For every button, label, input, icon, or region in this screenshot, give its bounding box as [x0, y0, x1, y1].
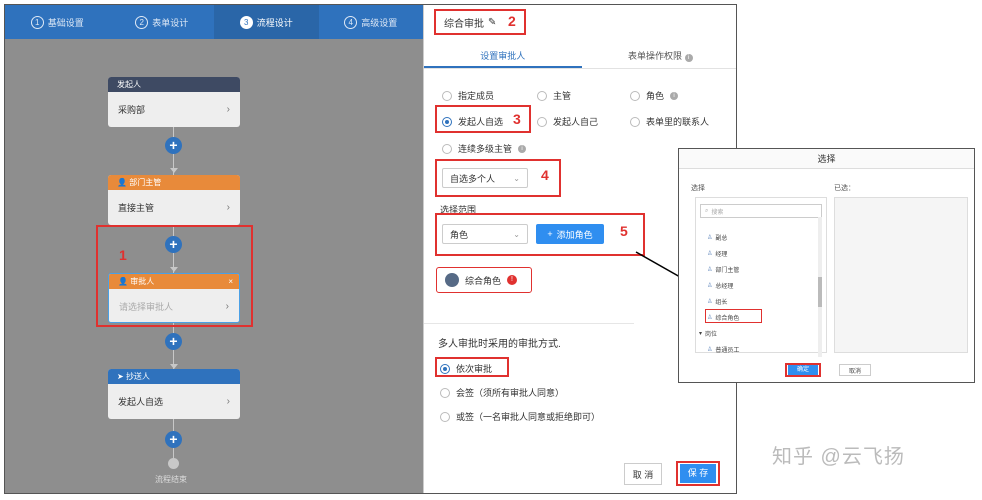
dialog-cancel-button[interactable]: 取消: [839, 364, 871, 376]
dialog-title: 选择: [679, 149, 974, 169]
list-item-label: 经理: [715, 252, 728, 258]
search-icon: ⌕: [705, 207, 709, 214]
person-icon: ♙: [707, 315, 713, 321]
list-item-label: 普通员工: [715, 348, 740, 354]
ok-button-label: 确定: [788, 365, 818, 375]
list-item[interactable]: ♙ 经理: [707, 249, 727, 258]
selected-list[interactable]: [834, 197, 968, 353]
group-item[interactable]: ▾ 岗位: [699, 329, 717, 338]
list-item-label: 副总: [715, 236, 728, 242]
list-item-label: 部门主管: [715, 268, 740, 274]
list-item-label: 综合角色: [715, 316, 740, 322]
group-label: 岗位: [705, 332, 718, 338]
person-icon: ♙: [707, 267, 713, 273]
list-item[interactable]: ♙ 普通员工: [707, 345, 739, 354]
dialog-left-label: 选择: [691, 185, 705, 192]
ok-button[interactable]: 确定: [785, 363, 821, 377]
list-item-label: 总经理: [715, 284, 734, 290]
person-icon: ♙: [707, 299, 713, 305]
list-item-selected[interactable]: ♙ 综合角色: [707, 313, 739, 322]
person-icon: ♙: [707, 235, 713, 241]
list-item-label: 组长: [715, 300, 728, 306]
search-input[interactable]: ⌕ 搜索: [700, 204, 822, 218]
list-item[interactable]: ♙ 总经理: [707, 281, 733, 290]
dialog-right-label: 已选：: [834, 185, 855, 192]
caret-down-icon: ▾: [699, 331, 703, 337]
list-item[interactable]: ♙ 部门主管: [707, 265, 739, 274]
list-item[interactable]: ♙ 组长: [707, 297, 727, 306]
select-dialog: 选择 选择 已选： ⌕ 搜索 ♙ 副总 ♙ 经理 ♙ 部门主管 ♙ 总经理 ♙ 组长 ♙ 综合…: [678, 148, 975, 383]
person-icon: ♙: [707, 251, 713, 257]
watermark: 知乎 @云飞扬: [772, 446, 905, 468]
list-item[interactable]: ♙ 副总: [707, 233, 727, 242]
person-icon: ♙: [707, 347, 713, 353]
scrollbar-thumb[interactable]: [818, 277, 822, 307]
person-icon: ♙: [707, 283, 713, 289]
search-placeholder: 搜索: [711, 209, 724, 216]
